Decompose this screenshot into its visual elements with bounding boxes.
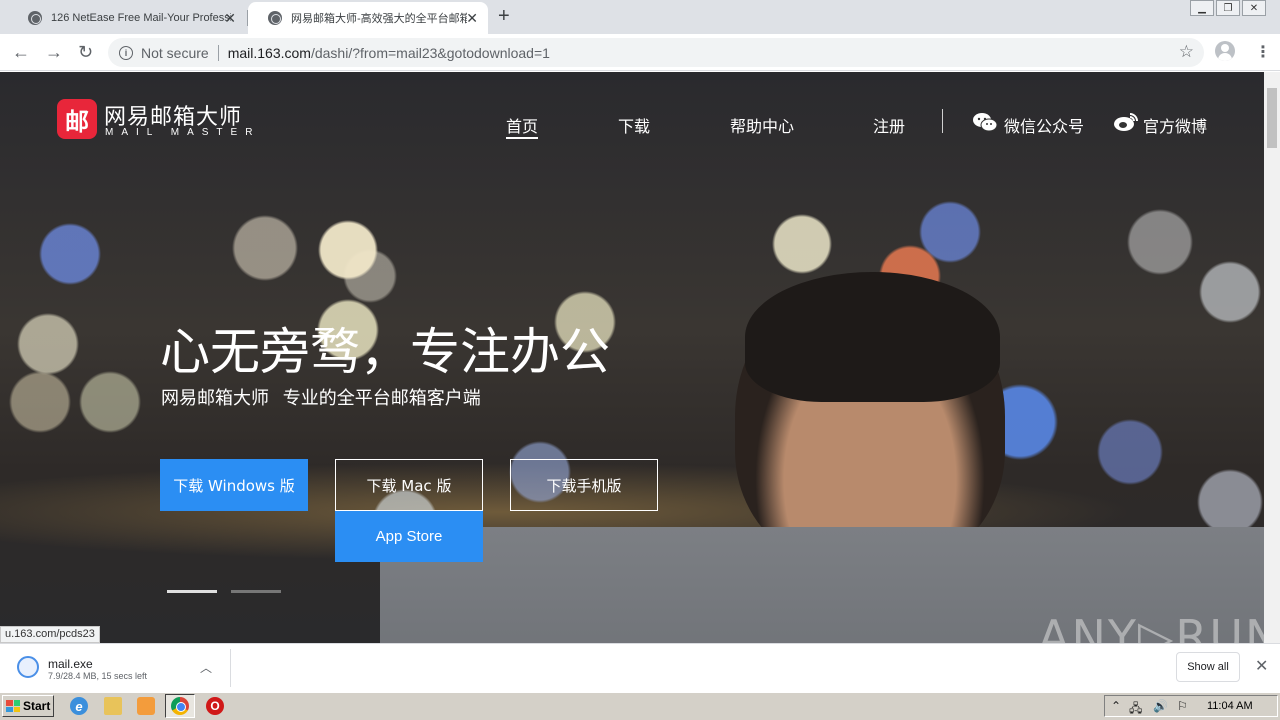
logo-icon[interactable]: 邮 bbox=[57, 99, 97, 139]
wechat-icon[interactable] bbox=[972, 112, 998, 132]
download-progress-text: 7.9/28.4 MB, 15 secs left bbox=[48, 671, 148, 681]
internet-explorer-icon[interactable]: e bbox=[70, 697, 88, 715]
browser-toolbar: ← → ↻ i Not secure mail.163.com /dashi/?… bbox=[0, 34, 1280, 71]
nav-wechat[interactable]: 微信公众号 bbox=[1004, 113, 1084, 137]
flag-icon[interactable]: ⚐ bbox=[1177, 699, 1188, 713]
download-mac-button[interactable]: 下载 Mac 版 bbox=[335, 459, 483, 511]
menu-icon[interactable]: ⋮ bbox=[1255, 42, 1271, 62]
bookmark-star-icon[interactable]: ☆ bbox=[1179, 42, 1194, 62]
download-progress-icon bbox=[17, 656, 39, 678]
nav-home[interactable]: 首页 bbox=[506, 113, 538, 137]
nav-active-indicator bbox=[506, 137, 538, 139]
profile-icon[interactable] bbox=[1215, 41, 1235, 61]
show-all-button[interactable]: Show all bbox=[1176, 652, 1240, 682]
app-store-button[interactable]: App Store bbox=[335, 511, 483, 562]
tab-strip: 126 NetEase Free Mail-Your Professi ✕ 网易… bbox=[0, 0, 1280, 34]
download-windows-button[interactable]: 下载 Windows 版 bbox=[160, 459, 308, 511]
new-tab-button[interactable]: + bbox=[498, 5, 510, 28]
minimize-button[interactable]: ▁ bbox=[1190, 0, 1214, 16]
hero-banner: 邮 网易邮箱大师 MAIL MASTER 首页 下载 帮助中心 注册 微信公众号… bbox=[0, 72, 1264, 643]
hero-headline: 心无旁骛，专注办公 bbox=[160, 323, 610, 381]
start-button[interactable]: Start bbox=[2, 695, 54, 717]
chrome-icon[interactable] bbox=[171, 697, 189, 715]
network-icon[interactable]: 🖧 bbox=[1129, 699, 1142, 720]
weibo-icon[interactable] bbox=[1113, 112, 1139, 132]
folder-icon[interactable] bbox=[104, 697, 122, 715]
url-host: mail.163.com bbox=[227, 44, 311, 61]
close-tab-icon[interactable]: ✕ bbox=[224, 10, 236, 27]
window-controls: ▁ ❐ ✕ bbox=[1190, 0, 1266, 16]
chevron-up-icon[interactable]: ︿ bbox=[200, 659, 212, 676]
scrollbar-thumb[interactable] bbox=[1267, 88, 1277, 148]
tab-title: 网易邮箱大师-高效强大的全平台邮箱 bbox=[291, 13, 467, 25]
tab-title: 126 NetEase Free Mail-Your Professi bbox=[51, 12, 231, 24]
reload-icon[interactable]: ↻ bbox=[78, 42, 93, 63]
page-scrollbar[interactable] bbox=[1264, 72, 1280, 643]
hero-person-hair bbox=[745, 272, 1000, 402]
back-icon[interactable]: ← bbox=[12, 42, 30, 63]
security-label: Not secure bbox=[141, 44, 209, 61]
close-window-button[interactable]: ✕ bbox=[1242, 0, 1266, 16]
hero-subline: 网易邮箱大师 专业的全平台邮箱客户端 bbox=[161, 388, 481, 409]
url-divider bbox=[217, 44, 219, 61]
maximize-button[interactable]: ❐ bbox=[1216, 0, 1240, 16]
tab-126-mail[interactable]: 126 NetEase Free Mail-Your Professi ✕ bbox=[8, 2, 246, 34]
nav-divider bbox=[942, 109, 943, 133]
media-player-icon[interactable] bbox=[137, 697, 155, 715]
status-bar-url: u.163.com/pcds23 bbox=[0, 626, 100, 643]
info-icon[interactable]: i bbox=[119, 45, 133, 60]
forward-icon[interactable]: → bbox=[45, 42, 63, 63]
tray-expand-icon[interactable]: ⌃ bbox=[1111, 699, 1121, 713]
download-mobile-button[interactable]: 下载手机版 bbox=[510, 459, 658, 511]
globe-icon bbox=[28, 11, 42, 25]
download-file-name[interactable]: mail.exe bbox=[48, 657, 93, 671]
logo-subtext: MAIL MASTER bbox=[105, 127, 261, 138]
address-bar[interactable]: i Not secure mail.163.com /dashi/?from=m… bbox=[108, 38, 1204, 67]
nav-download[interactable]: 下载 bbox=[618, 113, 650, 137]
download-shelf bbox=[0, 643, 1280, 692]
close-tab-icon[interactable]: ✕ bbox=[466, 10, 478, 27]
clock[interactable]: 11:04 AM bbox=[1207, 700, 1253, 712]
opera-icon[interactable]: O bbox=[206, 697, 224, 715]
start-label: Start bbox=[23, 699, 51, 713]
nav-register[interactable]: 注册 bbox=[873, 113, 905, 137]
system-tray: ⌃ 🖧 🔊 ⚐ 11:04 AM bbox=[1104, 695, 1278, 717]
nav-weibo[interactable]: 官方微博 bbox=[1143, 113, 1207, 137]
nav-help[interactable]: 帮助中心 bbox=[730, 113, 794, 137]
carousel-dot-active[interactable] bbox=[167, 590, 217, 593]
url-path: /dashi/?from=mail23&gotodownload=1 bbox=[310, 44, 550, 61]
close-icon[interactable]: ✕ bbox=[1255, 656, 1268, 676]
shelf-divider bbox=[230, 649, 231, 687]
volume-icon[interactable]: 🔊 bbox=[1153, 699, 1168, 713]
globe-icon bbox=[268, 11, 282, 25]
windows-logo-icon bbox=[6, 700, 20, 712]
carousel-dot[interactable] bbox=[231, 590, 281, 593]
tab-mail-master[interactable]: 网易邮箱大师-高效强大的全平台邮箱 ✕ bbox=[248, 2, 488, 34]
